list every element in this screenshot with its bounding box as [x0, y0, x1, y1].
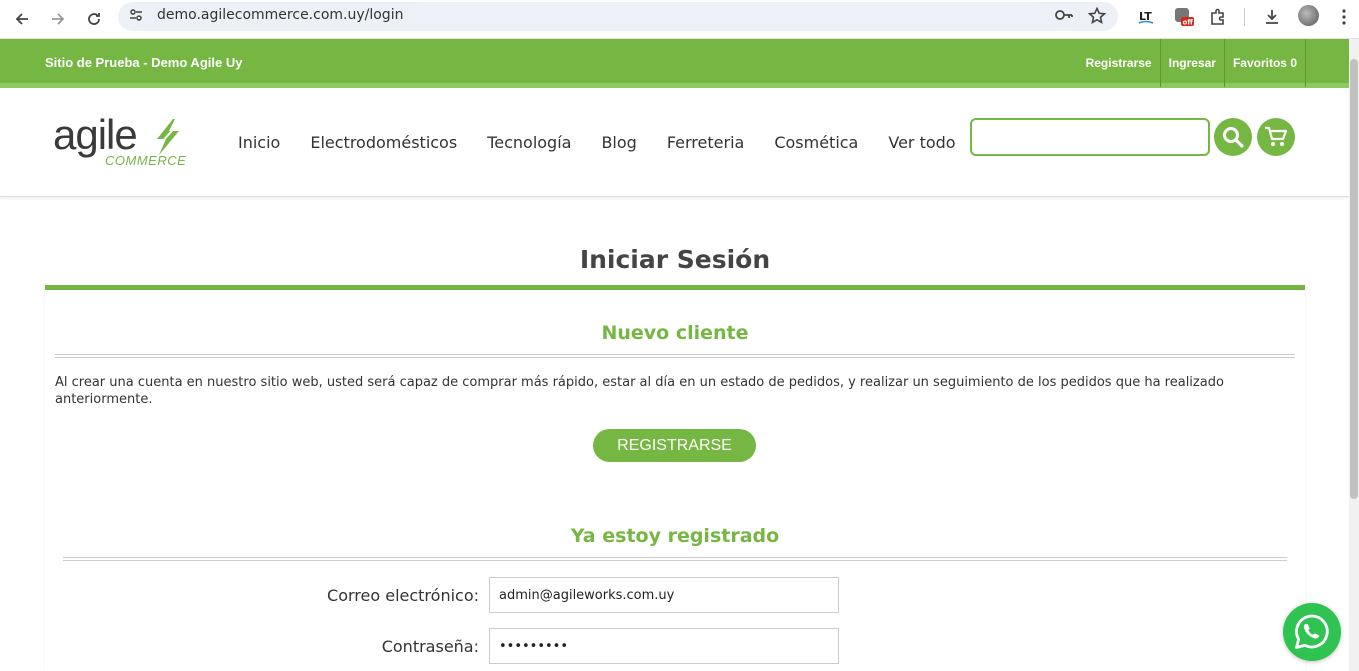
logo-bolt-icon: [157, 119, 179, 155]
search-button[interactable]: [1214, 118, 1252, 156]
url-text[interactable]: demo.agilecommerce.com.uy/login: [157, 7, 403, 23]
register-link[interactable]: Registrarse: [1078, 39, 1161, 87]
whatsapp-icon: [1295, 614, 1329, 649]
login-panel: Nuevo cliente Al crear una cuenta en nue…: [45, 290, 1305, 671]
browser-toolbar: demo.agilecommerce.com.uy/login LT off: [0, 0, 1359, 39]
extension-off-icon[interactable]: off: [1173, 6, 1195, 28]
site-brand-text: Sitio de Prueba - Demo Agile Uy: [45, 55, 243, 70]
search-input[interactable]: [970, 118, 1210, 156]
forward-icon[interactable]: [45, 6, 71, 32]
password-field[interactable]: [489, 628, 839, 664]
bookmark-star-icon[interactable]: [1087, 6, 1107, 30]
back-icon[interactable]: [9, 6, 35, 32]
section-divider: [55, 354, 1295, 358]
more-menu-icon[interactable]: [1333, 6, 1355, 28]
section-divider: [63, 557, 1287, 561]
register-button[interactable]: REGISTRARSE: [593, 429, 756, 462]
nav-item-ver-todo[interactable]: Ver todo: [888, 133, 955, 152]
svg-text:off: off: [1183, 19, 1194, 27]
nav-item-electrodomesticos[interactable]: Electrodomésticos: [310, 133, 457, 152]
scrollbar-thumb[interactable]: [1350, 59, 1358, 499]
nav-item-blog[interactable]: Blog: [601, 133, 636, 152]
cart-button[interactable]: [1257, 118, 1295, 156]
agile-commerce-logo[interactable]: agile COMMERCE: [53, 111, 187, 169]
extensions-puzzle-icon[interactable]: [1207, 6, 1229, 28]
download-icon[interactable]: [1261, 6, 1283, 28]
site-header: agile COMMERCE Inicio Electrodomésticos …: [0, 93, 1349, 197]
email-label: Correo electrónico:: [327, 586, 479, 605]
registered-title: Ya estoy registrado: [570, 525, 780, 547]
logo-sub: COMMERCE: [105, 153, 187, 168]
nav-item-tecnologia[interactable]: Tecnología: [487, 133, 571, 152]
top-bar: Sitio de Prueba - Demo Agile Uy Registra…: [0, 39, 1349, 88]
page-scrollbar[interactable]: [1349, 39, 1359, 671]
password-key-icon[interactable]: [1054, 7, 1074, 28]
cart-icon: [1265, 126, 1288, 146]
address-bar[interactable]: demo.agilecommerce.com.uy/login: [118, 2, 1118, 31]
email-field[interactable]: [489, 577, 839, 613]
logo-word: agile: [53, 111, 138, 158]
favorites-link[interactable]: Favoritos 0: [1225, 39, 1306, 87]
reload-icon[interactable]: [81, 6, 107, 32]
toolbar-divider: [1244, 8, 1245, 26]
nav-item-ferreteria[interactable]: Ferreteria: [667, 133, 744, 152]
main-nav: Inicio Electrodomésticos Tecnología Blog…: [238, 133, 956, 152]
nav-item-inicio[interactable]: Inicio: [238, 133, 280, 152]
profile-avatar[interactable]: [1298, 5, 1319, 26]
search-icon: [1223, 127, 1244, 148]
top-links: Registrarse Ingresar Favoritos 0: [1078, 39, 1306, 87]
new-client-title: Nuevo cliente: [601, 322, 749, 344]
login-link[interactable]: Ingresar: [1161, 39, 1225, 87]
nav-item-cosmetica[interactable]: Cosmética: [774, 133, 858, 152]
page-title: Iniciar Sesión: [579, 245, 771, 274]
new-client-description: Al crear una cuenta en nuestro sitio web…: [55, 375, 1224, 407]
site-info-icon[interactable]: [128, 7, 144, 26]
languagetool-extension-icon[interactable]: LT: [1135, 6, 1157, 28]
whatsapp-button[interactable]: [1283, 603, 1341, 661]
password-label: Contraseña:: [381, 637, 479, 656]
